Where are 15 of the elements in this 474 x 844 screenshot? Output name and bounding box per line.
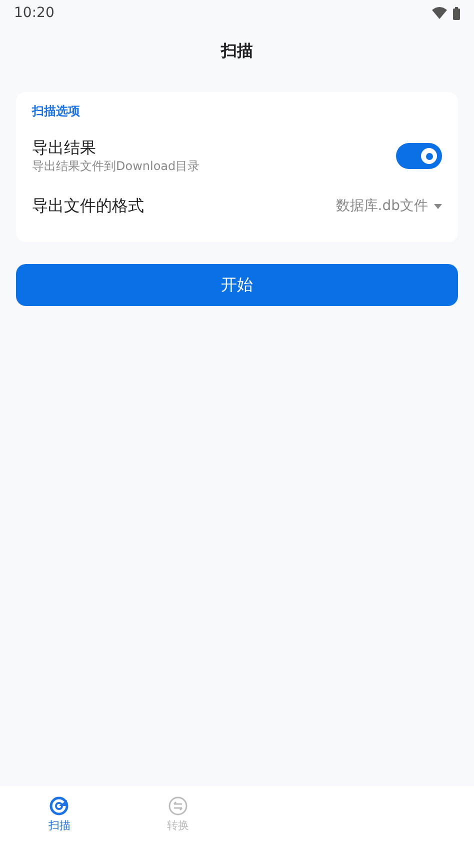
page-title: 扫描 — [221, 40, 253, 62]
toggle-switch[interactable] — [396, 143, 442, 169]
option-label: 导出文件的格式 — [32, 195, 144, 217]
status-time: 10:20 — [14, 4, 54, 22]
caret-icon — [434, 204, 442, 208]
option-label: 导出结果 — [32, 138, 97, 158]
start-button[interactable]: 开始 — [16, 264, 458, 306]
wifi-icon — [432, 7, 447, 19]
battery-icon — [453, 6, 460, 20]
scan-icon — [49, 796, 70, 816]
format-dropdown[interactable]: 数据库.db文件 — [336, 196, 442, 216]
option-description: 导出结果文件到Download目录 — [32, 158, 200, 174]
nav-tab[interactable]: 扫描 — [0, 786, 118, 844]
section-heading: 扫描选项 — [32, 103, 81, 120]
swap-icon — [168, 796, 188, 816]
